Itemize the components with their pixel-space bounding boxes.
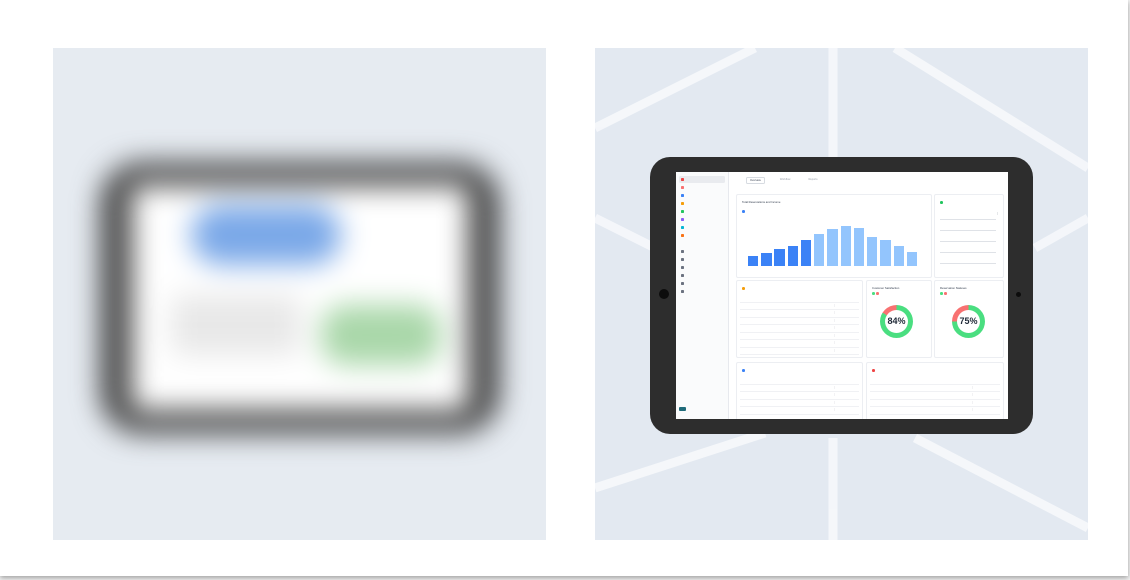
sidebar — [676, 172, 729, 419]
satisfaction-title: Customer Satisfaction — [872, 286, 900, 290]
dropoffs-title — [742, 368, 746, 372]
table-row[interactable]: ⋮ — [740, 391, 859, 400]
table-header — [740, 377, 859, 385]
chart-legend — [742, 210, 746, 213]
sidebar-item-13[interactable] — [679, 280, 725, 287]
chart-bar — [867, 236, 878, 266]
sidebar-item-14[interactable] — [679, 288, 725, 295]
chart-bar — [827, 228, 838, 266]
location-field-3[interactable] — [940, 232, 996, 242]
sidebar-item-11[interactable] — [679, 264, 725, 271]
sidebar-item-4[interactable] — [679, 200, 725, 207]
statuses-value: 75% — [959, 316, 978, 326]
chart-bar — [800, 239, 812, 266]
table-row[interactable]: ⋮ — [740, 309, 859, 318]
pending-table: ⋮ ⋮ ⋮ ⋮ ⋮ ⋮ ⋮ — [740, 295, 859, 355]
chart-bar — [761, 253, 772, 266]
bar-chart — [748, 224, 920, 266]
tab-reports[interactable]: Reports — [805, 177, 820, 184]
chart-bar — [853, 227, 865, 266]
table-row[interactable]: ⋮ — [740, 324, 859, 333]
table-row[interactable]: ⋮ — [740, 302, 859, 310]
chart-bar — [906, 252, 918, 266]
pickups-card: ⋮ ⋮ ⋮ ⋮ — [866, 362, 1004, 419]
sidebar-item-8[interactable] — [679, 232, 725, 239]
location-field-5[interactable] — [940, 254, 996, 264]
chart-bar — [880, 239, 891, 266]
locations-title — [940, 200, 944, 204]
location-field-4[interactable] — [940, 243, 996, 253]
blurred-preview-panel — [53, 48, 546, 540]
statuses-legend — [940, 292, 948, 295]
chart-bar — [787, 245, 798, 266]
sidebar-item-7[interactable] — [679, 224, 725, 231]
table-row[interactable]: ⋮ — [740, 384, 859, 392]
table-header — [740, 295, 859, 303]
camera-dot — [659, 289, 669, 299]
sidebar-item-overview[interactable] — [679, 176, 725, 183]
tab-workflow[interactable]: Workflow — [777, 177, 794, 184]
blurred-tablet-preview — [53, 48, 546, 540]
dropoffs-table: ⋮ ⋮ ⋮ ⋮ — [740, 377, 859, 415]
reservations-chart-card: Total Reservations and Income — [736, 194, 932, 278]
sidebar-logo — [679, 407, 688, 411]
chart-bar — [840, 226, 851, 266]
sidebar-item-9[interactable] — [679, 248, 725, 255]
table-row[interactable]: ⋮ — [740, 399, 859, 407]
sidebar-item-3[interactable] — [679, 192, 725, 199]
pickups-title — [872, 368, 876, 372]
sensor-dot — [1016, 292, 1021, 297]
satisfaction-value: 84% — [887, 316, 906, 326]
location-field-1[interactable] — [940, 210, 996, 220]
dropoffs-card: ⋮ ⋮ ⋮ ⋮ — [736, 362, 863, 419]
satisfaction-donut: 84% — [880, 305, 913, 338]
chart-bar — [814, 233, 825, 266]
reservation-statuses-card: Reservation Statuses 75% — [934, 280, 1004, 358]
pending-title — [742, 286, 746, 290]
sidebar-item-6[interactable] — [679, 216, 725, 223]
table-row[interactable]: ⋮ — [740, 332, 859, 340]
statuses-donut: 75% — [952, 305, 985, 338]
locations-card: ⋮ — [934, 194, 1004, 278]
top-tabs: Overview Workflow Reports — [746, 177, 833, 184]
sidebar-item-2[interactable] — [679, 184, 725, 191]
pickups-table: ⋮ ⋮ ⋮ ⋮ — [870, 377, 1000, 415]
chart-bar — [748, 256, 759, 266]
sidebar-item-5[interactable] — [679, 208, 725, 215]
tab-overview[interactable]: Overview — [746, 177, 765, 184]
tablet-device: Overview Workflow Reports Total Reservat… — [650, 157, 1033, 434]
table-row[interactable]: ⋮ — [870, 384, 1000, 392]
customer-satisfaction-card: Customer Satisfaction 84% — [866, 280, 932, 358]
table-row[interactable]: ⋮ — [870, 391, 1000, 400]
pending-reservations-card: ⋮ ⋮ ⋮ ⋮ ⋮ ⋮ ⋮ — [736, 280, 863, 358]
tablet-mockup-panel: Overview Workflow Reports Total Reservat… — [595, 48, 1088, 540]
location-field-2[interactable] — [940, 221, 996, 231]
statuses-title: Reservation Statuses — [940, 286, 967, 290]
satisfaction-legend — [872, 292, 880, 295]
sidebar-item-12[interactable] — [679, 272, 725, 279]
table-header — [870, 377, 1000, 385]
table-row[interactable]: ⋮ — [870, 406, 1000, 415]
table-row[interactable]: ⋮ — [740, 339, 859, 348]
dashboard-screen: Overview Workflow Reports Total Reservat… — [676, 172, 1008, 419]
chart-bar — [774, 249, 785, 266]
chart-title: Total Reservations and Income — [742, 200, 781, 204]
image-frame: Overview Workflow Reports Total Reservat… — [0, 0, 1128, 576]
table-row[interactable]: ⋮ — [870, 399, 1000, 407]
logo-icon — [679, 407, 686, 411]
table-row[interactable]: ⋮ — [740, 406, 859, 415]
table-row[interactable]: ⋮ — [740, 347, 859, 355]
more-menu-icon[interactable]: ⋮ — [996, 211, 999, 215]
sidebar-item-10[interactable] — [679, 256, 725, 263]
chart-bar — [893, 245, 904, 266]
table-row[interactable]: ⋮ — [740, 317, 859, 325]
